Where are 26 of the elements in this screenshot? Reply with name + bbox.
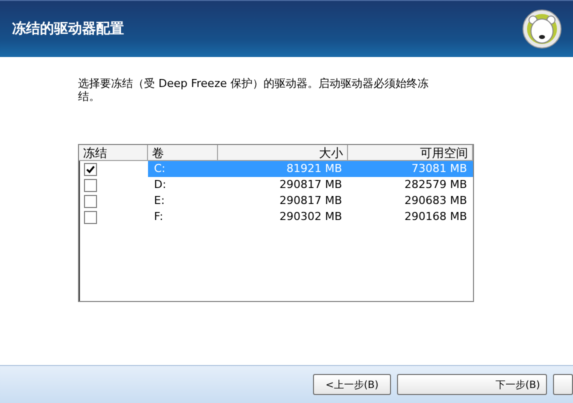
checkbox[interactable] (84, 178, 97, 192)
checkbox[interactable] (84, 210, 97, 224)
back-button[interactable]: <上一步(B) (313, 374, 391, 395)
table-cell-text: 290168 MB (403, 209, 468, 225)
table-cell: 81921 MB (218, 161, 348, 177)
table-cell: C: (148, 161, 218, 177)
instruction-text: 选择要冻结（受 Deep Freeze 保护）的驱动器。启动驱动器必须始终冻结。 (78, 77, 430, 103)
column-header[interactable]: 可用空间 (348, 145, 473, 161)
table-cell-text: F: (153, 209, 164, 225)
next-button[interactable]: 下一步(B) (397, 374, 547, 395)
table-cell-text: 290817 MB (278, 177, 343, 193)
table-cell-text: 290683 MB (403, 193, 468, 209)
table-cell: 73081 MB (348, 161, 473, 177)
table-cell-text: D: (153, 177, 168, 193)
table-cell-text: E: (153, 193, 166, 209)
table-cell-text: 282579 MB (403, 177, 468, 193)
table-cell-text: 290817 MB (278, 193, 343, 209)
column-header[interactable]: 卷 (148, 145, 218, 161)
checkbox[interactable] (84, 194, 97, 208)
column-header[interactable]: 大小 (218, 145, 348, 161)
column-header[interactable]: 冻结 (79, 145, 148, 161)
checkbox[interactable] (84, 162, 97, 176)
table-cell-text: 290302 MB (278, 209, 343, 225)
window-title: 冻结的驱动器配置 (12, 20, 124, 38)
polar-bear-logo-icon (522, 9, 562, 49)
partial-button[interactable] (553, 374, 573, 395)
